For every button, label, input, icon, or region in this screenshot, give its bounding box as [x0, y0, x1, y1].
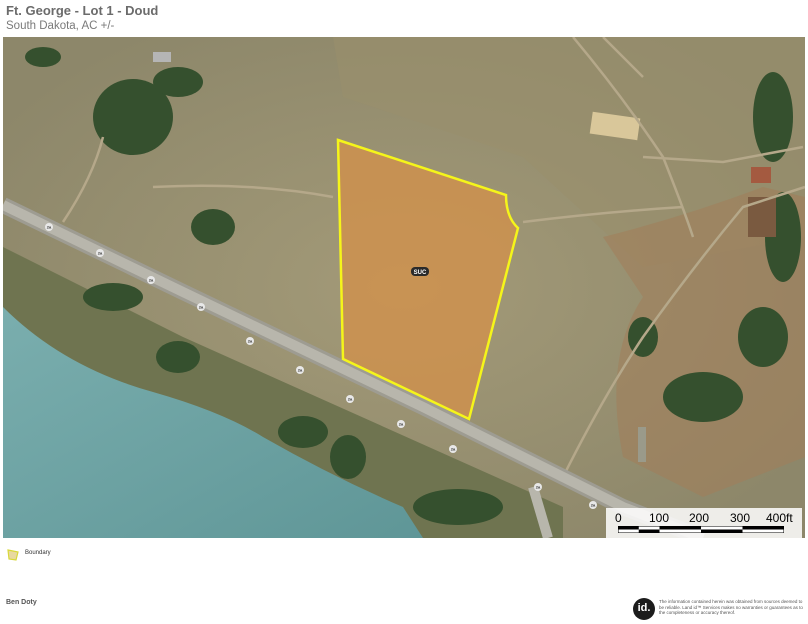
satellite-imagery: SUC 2a 2a 2a 2a 2a 2a 2a 2a 2a 2a 2a: [3, 37, 805, 538]
disclaimer-text: The information contained herein was obt…: [659, 599, 803, 615]
author-name: Ben Doty: [6, 599, 37, 606]
map-subtitle: South Dakota, AC +/-: [6, 20, 115, 32]
scale-segments: [618, 526, 784, 533]
road-shield-label: 2a: [399, 422, 404, 427]
logo-text: id.: [637, 602, 651, 614]
road-shield-label: 2a: [298, 368, 303, 373]
road-shield-label: 2a: [149, 278, 154, 283]
scale-tick-label: 300: [730, 511, 751, 525]
road-shield-label: 2a: [591, 503, 596, 508]
scale-tick-label: 100: [649, 511, 670, 525]
boundary-polygon-icon: [7, 549, 19, 561]
road-shield-label: 2a: [451, 447, 456, 452]
road-shield-label: 2a: [536, 485, 541, 490]
landid-logo: id.: [633, 598, 655, 620]
road-shield-label: 2a: [248, 339, 253, 344]
scale-tick-label: 400ft: [766, 511, 793, 525]
scale-bar: 0 100 200 300 400ft: [606, 508, 802, 538]
scale-tick-label: 200: [689, 511, 710, 525]
scale-tick-label: 0: [615, 511, 622, 525]
aerial-map[interactable]: SUC 2a 2a 2a 2a 2a 2a 2a 2a 2a 2a 2a: [3, 37, 805, 538]
parcel-label: SUC: [414, 270, 427, 276]
road-shield-label: 2a: [98, 251, 103, 256]
road-shield-label: 2a: [199, 305, 204, 310]
legend-boundary-label: Boundary: [25, 550, 51, 556]
map-title: Ft. George - Lot 1 - Doud: [6, 3, 159, 18]
parcel-label-badge: SUC: [411, 267, 429, 276]
road-shield-label: 2a: [47, 225, 52, 230]
road-shield-label: 2a: [348, 397, 353, 402]
scale-labels: 0 100 200 300 400ft: [606, 511, 802, 525]
